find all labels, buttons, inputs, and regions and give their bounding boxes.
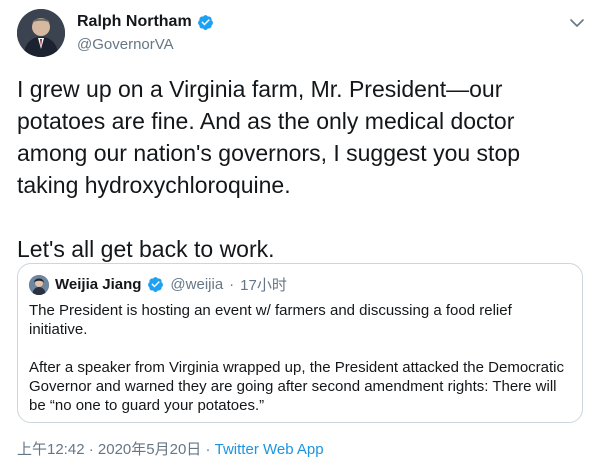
quoted-author-name: Weijia Jiang bbox=[55, 276, 142, 293]
tweet-card: Ralph Northam @GovernorVA I grew up on a… bbox=[0, 0, 602, 466]
tweet-text: I grew up on a Virginia farm, Mr. Presid… bbox=[17, 73, 587, 265]
quoted-tweet-text: The President is hosting an event w/ far… bbox=[29, 301, 571, 415]
author-handle[interactable]: @GovernorVA bbox=[77, 36, 214, 53]
tweet-date[interactable]: 2020年5月20日 bbox=[98, 441, 201, 458]
tweet-time[interactable]: 上午12:42 bbox=[17, 441, 85, 458]
meta-separator: · bbox=[88, 441, 94, 458]
verified-badge-icon bbox=[197, 14, 214, 31]
quoted-author-handle: @weijia bbox=[170, 276, 224, 293]
chevron-down-icon[interactable] bbox=[568, 14, 586, 32]
meta-separator: · bbox=[205, 441, 211, 458]
quoted-tweet-header: Weijia Jiang @weijia · 17小时 bbox=[29, 274, 571, 295]
quoted-tweet[interactable]: Weijia Jiang @weijia · 17小时 The Presiden… bbox=[17, 263, 583, 423]
tweet-paragraph: I grew up on a Virginia farm, Mr. Presid… bbox=[17, 76, 521, 198]
quoted-paragraph: After a speaker from Virginia wrapped up… bbox=[29, 359, 564, 414]
author-avatar[interactable] bbox=[17, 9, 65, 57]
source-app-link[interactable]: Twitter Web App bbox=[215, 441, 324, 458]
author-info: Ralph Northam @GovernorVA bbox=[77, 13, 214, 53]
tweet-paragraph: Let's all get back to work. bbox=[17, 236, 275, 262]
tweet-footer: 上午12:42 · 2020年5月20日 · Twitter Web App bbox=[17, 438, 324, 459]
quoted-paragraph: The President is hosting an event w/ far… bbox=[29, 302, 512, 338]
quoted-author-avatar bbox=[29, 274, 49, 295]
verified-badge-icon bbox=[147, 276, 164, 293]
quoted-tweet-time: 17小时 bbox=[240, 277, 287, 294]
author-name[interactable]: Ralph Northam bbox=[77, 13, 192, 31]
meta-separator: · bbox=[229, 276, 235, 293]
